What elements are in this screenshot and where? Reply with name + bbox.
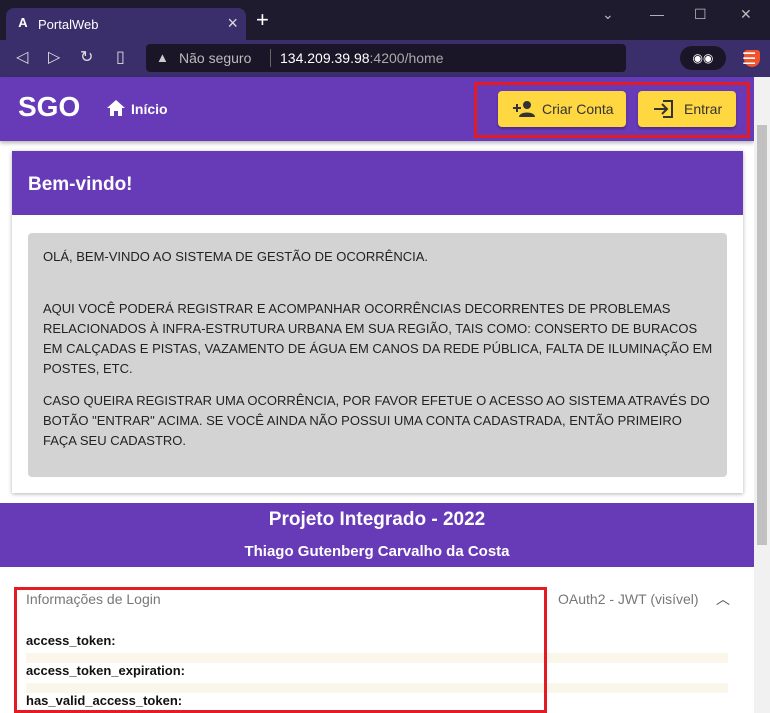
warning-icon[interactable]: ▲ [156, 50, 169, 65]
home-label: Início [131, 101, 168, 117]
welcome-card: Bem-vindo! OLÁ, BEM-VINDO AO SISTEMA DE … [12, 151, 743, 493]
tab-search-icon[interactable]: ⌄ [602, 6, 614, 23]
scrollbar-thumb[interactable] [757, 125, 767, 545]
highlight-box-login-info [14, 587, 547, 713]
url-field[interactable]: ▲ Não seguro 134.209.39.98:4200/home [146, 44, 760, 72]
url-divider [270, 49, 271, 67]
home-icon [107, 100, 125, 116]
welcome-paragraph-2: AQUI VOCÊ PODERÁ REGISTRAR E ACOMPANHAR … [43, 301, 713, 376]
url-text: 134.209.39.98:4200/home [280, 50, 444, 66]
bookmark-icon[interactable]: ▯ [116, 49, 125, 67]
close-tab-icon[interactable]: × [227, 13, 238, 34]
page-viewport: SGO Início Criar Conta Entrar Bem-vindo!… [0, 77, 770, 713]
home-link[interactable]: Início [106, 99, 168, 117]
back-icon[interactable]: ◁ [16, 49, 28, 67]
welcome-paragraph-3: CASO QUEIRA REGISTRAR UMA OCORRÊNCIA, PO… [43, 393, 710, 448]
author-name: Thiago Gutenberg Carvalho da Costa [244, 543, 510, 560]
browser-menu-icon[interactable]: ☰ [742, 49, 756, 69]
project-banner: Projeto Integrado - 2022 Thiago Gutenber… [0, 503, 754, 567]
welcome-title: Bem-vindo! [12, 151, 743, 215]
new-tab-button[interactable]: + [256, 9, 269, 31]
app-toolbar: SGO Início Criar Conta Entrar [0, 77, 754, 141]
maximize-icon[interactable]: ☐ [694, 6, 707, 23]
browser-tab[interactable]: A PortalWeb × [6, 8, 246, 40]
login-info-description: OAuth2 - JWT (visível) [558, 591, 699, 607]
minimize-icon[interactable]: — [650, 6, 664, 22]
angular-icon: A [18, 15, 28, 30]
tab-title: PortalWeb [38, 17, 99, 32]
reload-icon[interactable]: ↻ [80, 49, 93, 67]
incognito-icon[interactable]: ◉◉ [680, 46, 726, 70]
security-label: Não seguro [179, 50, 252, 66]
project-title: Projeto Integrado - 2022 [268, 509, 486, 530]
address-bar: ◁ ▷ ↻ ▯ ▲ Não seguro 134.209.39.98:4200/… [0, 40, 770, 77]
page-scrollbar[interactable] [754, 77, 770, 713]
highlight-box-buttons [474, 82, 750, 138]
window-close-icon[interactable]: ✕ [740, 6, 752, 23]
chevron-up-icon[interactable]: ︿ [716, 589, 730, 609]
forward-icon[interactable]: ▷ [48, 49, 60, 67]
welcome-paragraph-1: OLÁ, BEM-VINDO AO SISTEMA DE GESTÃO DE O… [43, 249, 429, 264]
browser-titlebar: A PortalWeb × + ⌄ — ☐ ✕ [0, 0, 770, 40]
welcome-message: OLÁ, BEM-VINDO AO SISTEMA DE GESTÃO DE O… [28, 233, 727, 477]
app-logo: SGO [18, 91, 81, 122]
